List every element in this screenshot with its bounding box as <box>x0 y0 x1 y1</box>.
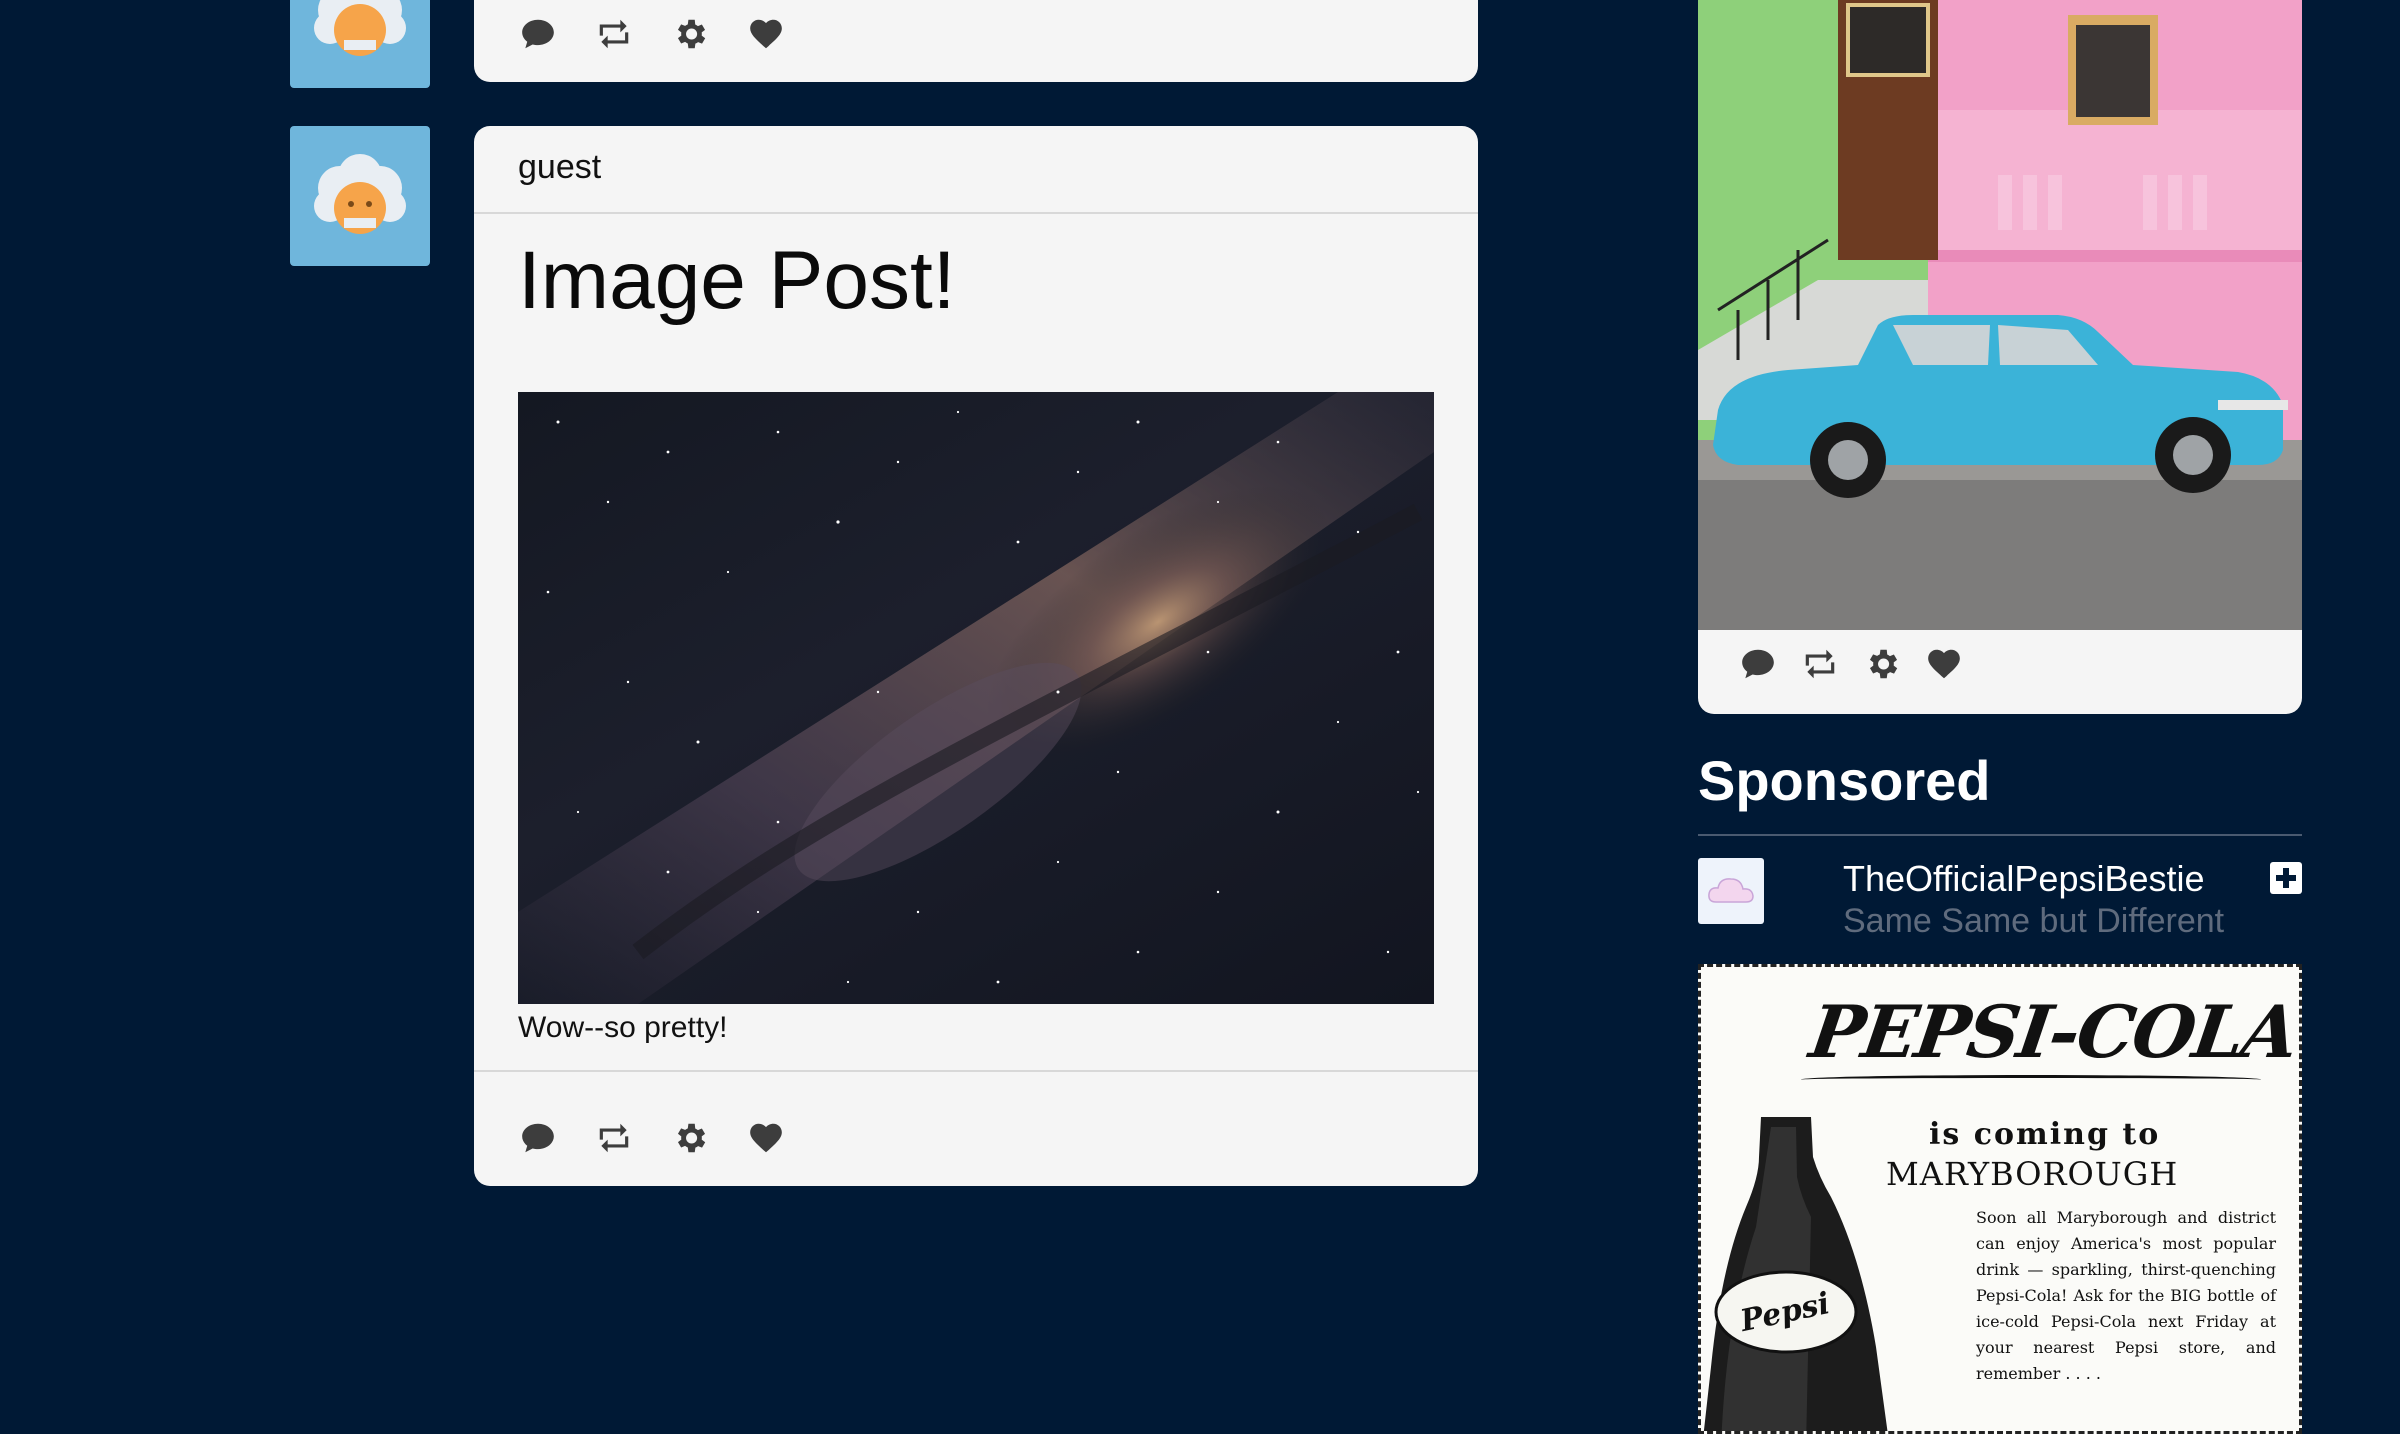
sponsored-ad-image[interactable]: PEPSI-COLA is coming to MARYBOROUGH Soon… <box>1698 964 2302 1434</box>
heart-icon[interactable] <box>744 12 788 56</box>
radar-post-card <box>1698 0 2302 714</box>
heart-icon[interactable] <box>744 1116 788 1160</box>
post-footer-divider <box>474 1070 1478 1072</box>
post-actions <box>1736 642 1998 686</box>
post-caption: Wow--so pretty! <box>518 1011 728 1044</box>
radar-post-image[interactable] <box>1698 0 2302 630</box>
reblog-icon[interactable] <box>1798 642 1842 686</box>
avatar[interactable] <box>290 126 430 266</box>
post-username[interactable]: guest <box>518 148 601 187</box>
sponsored-divider <box>1698 834 2302 836</box>
gear-icon[interactable] <box>1860 642 1904 686</box>
gear-icon[interactable] <box>668 12 712 56</box>
post-card-image: guest Image Post! Wow--so pretty! <box>474 126 1478 1186</box>
speech-bubble-icon[interactable] <box>516 1116 560 1160</box>
milky-way-image <box>518 392 1434 1004</box>
post-header-divider <box>474 212 1478 214</box>
ad-line-1: is coming to <box>1929 1117 2161 1152</box>
follow-plus-icon[interactable] <box>2270 862 2302 894</box>
logo-swoosh <box>1801 1075 2261 1084</box>
avatar[interactable] <box>290 0 430 88</box>
post-actions <box>516 12 820 56</box>
reblog-icon[interactable] <box>592 12 636 56</box>
speech-bubble-icon[interactable] <box>1736 642 1780 686</box>
speech-bubble-icon[interactable] <box>516 12 560 56</box>
pepsi-bottle-image: Pepsi <box>1703 1117 1888 1431</box>
sponsored-heading: Sponsored <box>1698 749 1991 812</box>
sponsored-blog-name[interactable]: TheOfficialPepsiBestie <box>1843 858 2205 900</box>
post-card-previous <box>474 0 1478 82</box>
sponsored-blog-tagline: Same Same but Different <box>1843 902 2225 940</box>
post-image[interactable] <box>518 392 1434 1004</box>
gear-icon[interactable] <box>668 1116 712 1160</box>
post-actions <box>516 1116 820 1160</box>
post-title: Image Post! <box>518 235 956 326</box>
ad-body: Soon all Maryborough and district can en… <box>1976 1208 2276 1383</box>
pepsi-logo: PEPSI-COLA <box>1805 989 2302 1074</box>
sponsored-blog-avatar[interactable] <box>1698 858 1764 924</box>
reblog-icon[interactable] <box>592 1116 636 1160</box>
heart-icon[interactable] <box>1922 642 1966 686</box>
